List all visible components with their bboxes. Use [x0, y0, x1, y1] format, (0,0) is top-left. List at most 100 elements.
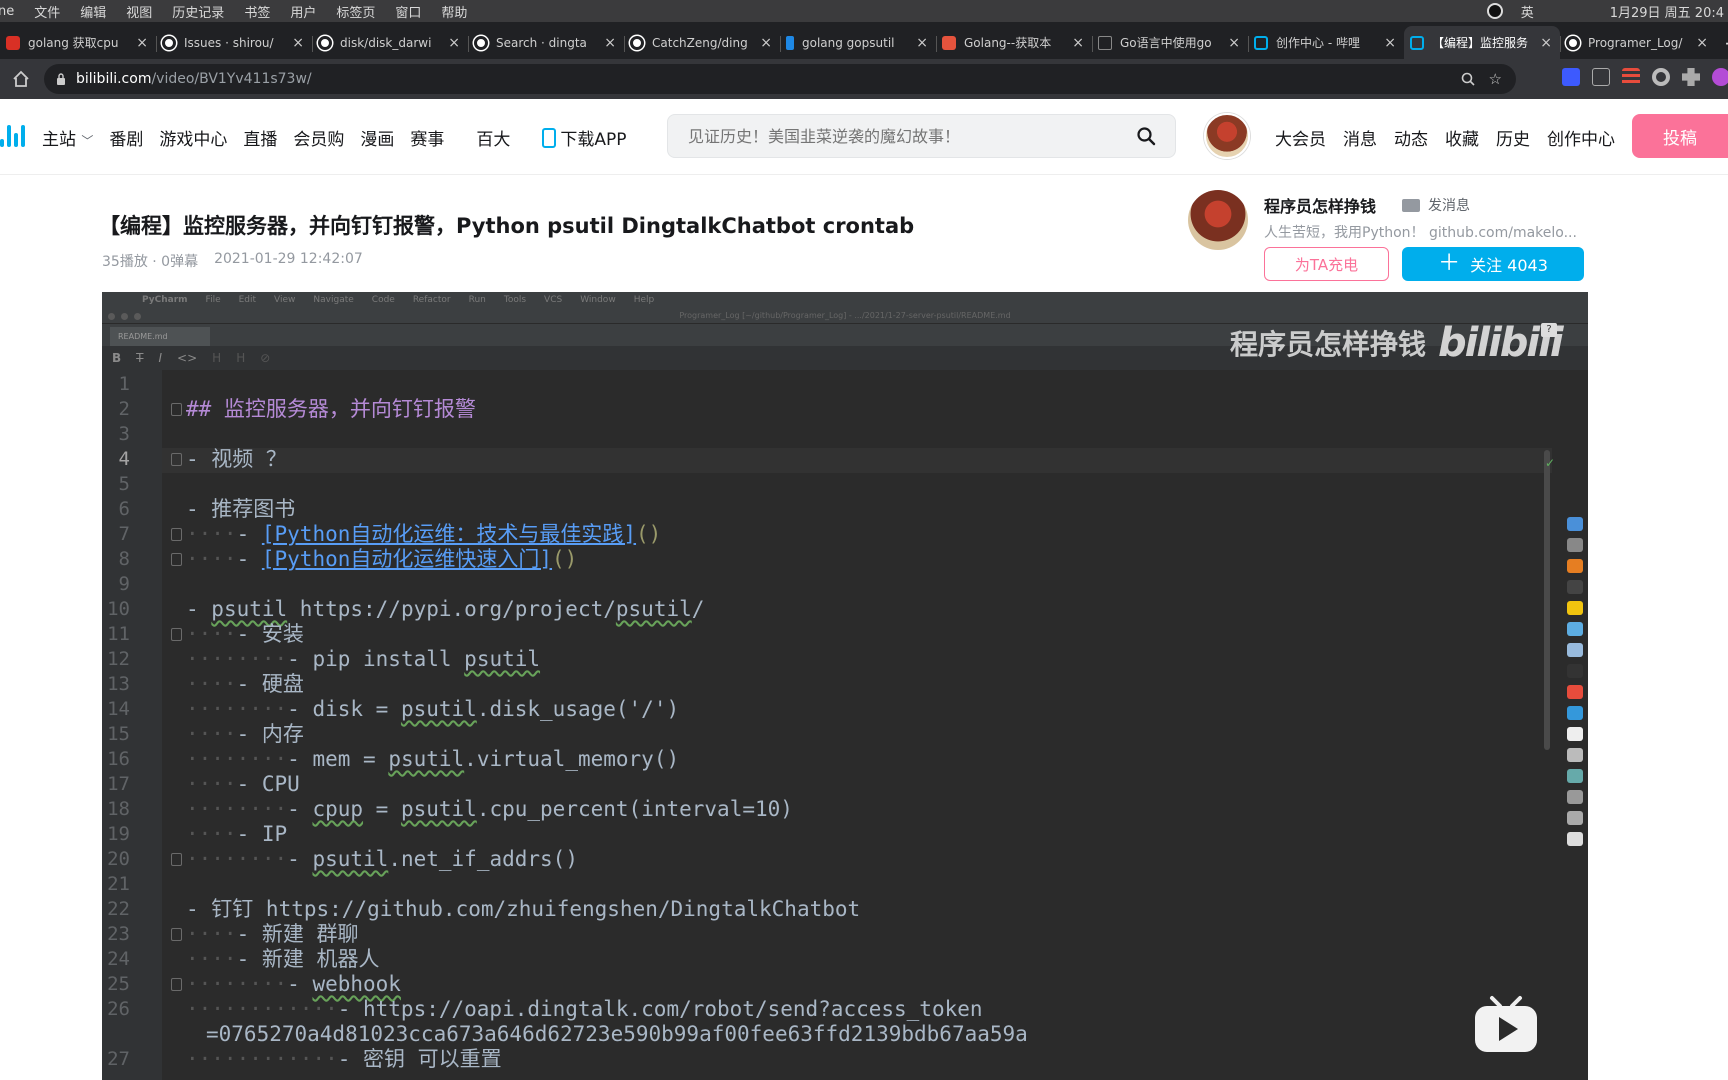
code-text: ············- https://oapi.dingtalk.com/… [186, 997, 983, 1021]
dock-app-icon [1567, 811, 1583, 825]
extensions-puzzle-icon[interactable] [1682, 68, 1700, 86]
extension-edit-icon[interactable] [1592, 68, 1610, 86]
extension-list-icon[interactable] [1622, 68, 1640, 86]
close-tab-icon[interactable]: × [1384, 35, 1396, 51]
browser-tab[interactable]: golang gopsutil × [780, 26, 936, 59]
extension-circle-icon[interactable] [1652, 68, 1670, 86]
nav-history[interactable]: 历史 [1496, 125, 1530, 150]
code-text: ········- psutil.net_if_addrs() [186, 847, 578, 871]
code-text: ····- [Python自动化运维快速入门]() [186, 547, 578, 571]
mac-menu-item[interactable]: 视图 [126, 2, 152, 21]
video-player[interactable]: PyCharm File Edit View Navigate Code Refactor R… [102, 292, 1588, 1080]
code-text: ····- 安装 [186, 622, 304, 646]
address-bar[interactable]: bilibili.com/video/BV1Yv411s73w/ ☆ [44, 64, 1516, 94]
heading-icon: H [212, 351, 222, 365]
download-app-link[interactable]: 下载APP [542, 125, 627, 150]
line-number: 15 [107, 723, 130, 745]
close-tab-icon[interactable]: × [916, 35, 928, 51]
nav-item-games[interactable]: 游戏中心 [159, 125, 227, 150]
mac-menu-item[interactable]: 窗口 [395, 2, 421, 21]
ide-menu-item: Navigate [313, 295, 354, 305]
input-method-indicator[interactable]: 英 [1521, 2, 1534, 21]
follow-button[interactable]: ＋ 关注 4043 [1402, 247, 1584, 281]
browser-tab[interactable]: Golang--获取本 × [936, 26, 1092, 59]
mac-menu-item[interactable]: 编辑 [80, 2, 106, 21]
code-text: ····- 硬盘 [186, 672, 304, 696]
mac-menu-item[interactable]: 帮助 [441, 2, 467, 21]
close-tab-icon[interactable]: × [292, 35, 304, 51]
zoom-icon[interactable] [1461, 72, 1475, 86]
video-title: 【编程】监控服务器，并向钉钉报警，Python psutil DingtalkC… [99, 214, 915, 238]
close-tab-icon[interactable]: × [1696, 35, 1708, 51]
nav-item-manga[interactable]: 漫画 [360, 125, 394, 150]
browser-tab[interactable]: CatchZeng/ding × [624, 26, 780, 59]
nav-item-esports[interactable]: 赛事 [410, 125, 444, 150]
browser-tab[interactable]: Go语言中使用go × [1092, 26, 1248, 59]
uploader-name[interactable]: 程序员怎样挣钱 [1264, 193, 1376, 217]
extension-jh-icon[interactable] [1562, 68, 1580, 86]
close-tab-icon[interactable]: × [760, 35, 772, 51]
user-avatar[interactable] [1204, 113, 1250, 159]
obs-status-icon[interactable] [1486, 3, 1503, 19]
mac-menu-item[interactable]: 用户 [290, 2, 316, 21]
close-tab-icon[interactable]: × [448, 35, 460, 51]
ide-menu-item: Refactor [412, 295, 451, 305]
nav-dynamics[interactable]: 动态 [1394, 125, 1428, 150]
dock-app-icon [1567, 601, 1583, 615]
browser-tab[interactable]: Search · dingta × [468, 26, 624, 59]
home-icon[interactable] [10, 68, 32, 90]
nav-creator-center[interactable]: 创作中心 [1547, 125, 1615, 150]
mac-menu-item[interactable]: 书签 [244, 2, 270, 21]
clock[interactable]: 1月29日 周五 20:4 [1610, 2, 1724, 21]
close-tab-icon[interactable]: × [136, 35, 148, 51]
dock-app-icon [1567, 769, 1583, 783]
code-line: 25 ········- webhook [102, 972, 1552, 997]
code-line: 8 ····- [Python自动化运维快速入门]() [102, 547, 1552, 572]
search-input[interactable] [668, 115, 1117, 157]
nav-messages[interactable]: 消息 [1343, 125, 1377, 150]
bilibili-logo-icon[interactable] [0, 125, 25, 147]
profile-avatar-icon[interactable] [1712, 68, 1728, 86]
mac-menu-item[interactable]: ne [0, 4, 14, 19]
close-tab-icon[interactable]: × [604, 35, 616, 51]
nav-favorites[interactable]: 收藏 [1445, 125, 1479, 150]
code-line: 15 ····- 内存 [102, 722, 1552, 747]
line-number: 21 [107, 873, 130, 895]
nav-item-top100[interactable]: 百大 [476, 125, 510, 150]
close-tab-icon[interactable]: × [1072, 35, 1084, 51]
dock-app-icon [1567, 706, 1583, 720]
download-app-label: 下载APP [560, 130, 627, 150]
code-text: ········- webhook [186, 972, 401, 996]
macos-dock [1562, 517, 1588, 846]
upload-button[interactable]: 投稿 [1632, 114, 1728, 158]
ide-menu-item: Window [580, 295, 616, 305]
nav-item-live[interactable]: 直播 [243, 125, 277, 150]
nav-item-home[interactable]: 主站 ﹀ [42, 125, 93, 150]
mac-menu-item[interactable]: 标签页 [336, 2, 375, 21]
nav-vip[interactable]: 大会员 [1275, 125, 1326, 150]
code-text: - 钉钉 https://github.com/zhuifengshen/Din… [186, 897, 861, 921]
close-tab-icon[interactable]: × [1540, 35, 1552, 51]
watermark-text: 程序员怎样挣钱 [1230, 328, 1427, 361]
fold-marker-icon [171, 853, 182, 866]
url-host: bilibili.com [76, 71, 152, 87]
browser-tab[interactable]: 创作中心 - 哔哩 × [1248, 26, 1404, 59]
nav-item-anime[interactable]: 番剧 [109, 125, 143, 150]
browser-tab[interactable]: Issues · shirou/ × [156, 26, 312, 59]
uploader-avatar[interactable] [1188, 190, 1248, 250]
nav-item-shop[interactable]: 会员购 [293, 125, 344, 150]
browser-tab[interactable]: disk/disk_darwi × [312, 26, 468, 59]
browser-tab[interactable]: Programer_Log/ × [1560, 26, 1716, 59]
charge-button[interactable]: 为TA充电 [1264, 247, 1389, 281]
line-number: 25 [107, 973, 130, 995]
browser-tab[interactable]: 【编程】监控服务 × [1404, 26, 1560, 59]
new-tab-button[interactable]: + [1716, 31, 1728, 59]
search-button[interactable] [1117, 116, 1175, 156]
bookmark-star-icon[interactable]: ☆ [1489, 70, 1502, 88]
browser-tab[interactable]: golang 获取cpu × [0, 26, 156, 59]
send-message-link[interactable]: 发消息 [1402, 195, 1470, 215]
mac-menu-item[interactable]: 历史记录 [172, 2, 224, 21]
chevron-down-icon: ﹀ [81, 134, 94, 148]
mac-menu-item[interactable]: 文件 [34, 2, 60, 21]
close-tab-icon[interactable]: × [1228, 35, 1240, 51]
